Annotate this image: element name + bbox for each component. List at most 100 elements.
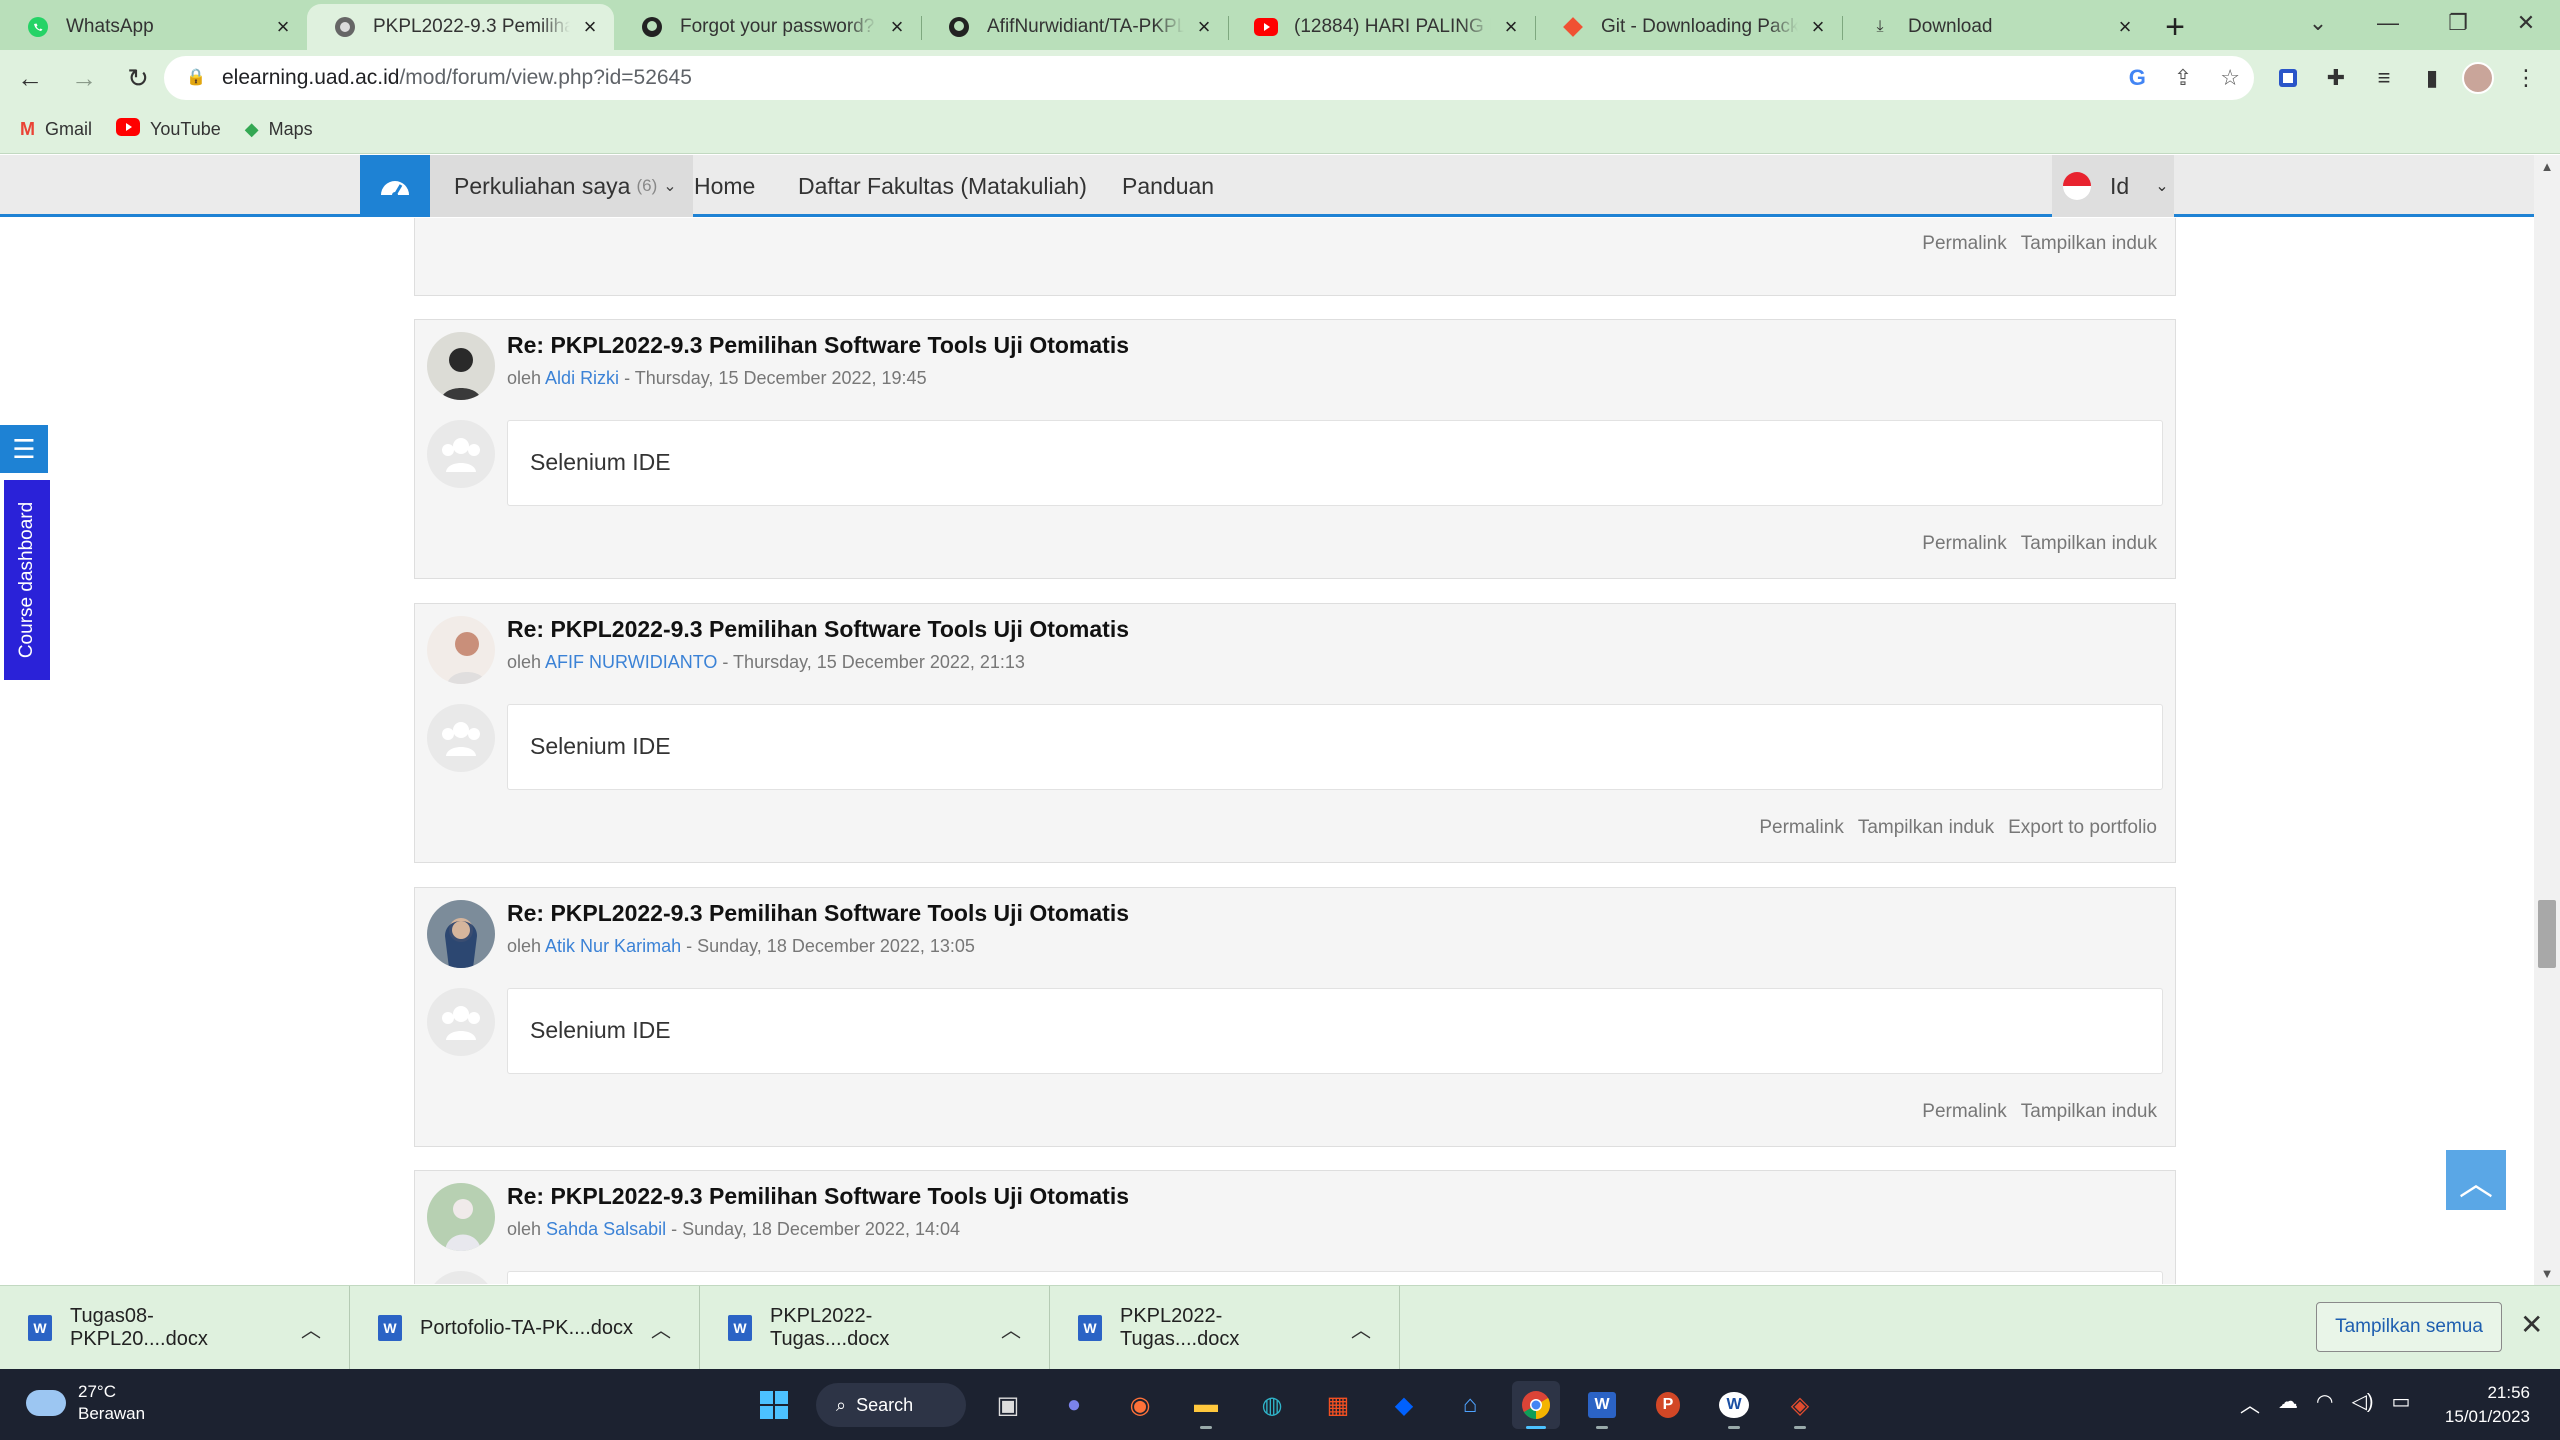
close-tab-icon[interactable]: × (271, 14, 295, 40)
author-avatar[interactable] (427, 616, 495, 684)
weather-widget[interactable]: 27°C Berawan (26, 1381, 145, 1425)
author-avatar[interactable] (427, 1183, 495, 1251)
extensions-icon[interactable]: ✚ (2314, 56, 2358, 100)
show-parent-link[interactable]: Tampilkan induk (2021, 1101, 2157, 1123)
show-parent-link[interactable]: Tampilkan induk (2021, 533, 2157, 555)
word-doc-icon: W (1078, 1315, 1102, 1341)
git-gui-icon[interactable]: ◈ (1776, 1381, 1824, 1429)
course-dashboard-tab[interactable]: Course dashboard (4, 480, 50, 680)
tab-whatsapp[interactable]: WhatsApp × (0, 4, 307, 50)
bookmark-star-icon[interactable]: ☆ (2220, 65, 2240, 91)
post-commands: Permalink Tampilkan induk (1922, 233, 2157, 255)
scrollbar-thumb[interactable] (2538, 900, 2556, 968)
tab-download[interactable]: ⤓ Download × (1842, 4, 2149, 50)
start-windows-icon[interactable] (750, 1381, 798, 1429)
author-link[interactable]: AFIF NURWIDIANTO (545, 652, 717, 672)
chevron-up-icon[interactable]: ︿ (641, 1314, 681, 1343)
show-parent-link[interactable]: Tampilkan induk (1858, 817, 1994, 839)
wifi-icon[interactable]: ◠ (2316, 1389, 2333, 1418)
nav-home[interactable]: Home (694, 155, 755, 217)
app-icon[interactable]: ⌂ (1446, 1381, 1494, 1429)
chevron-up-icon[interactable]: ︿ (1341, 1314, 1381, 1343)
permalink-link[interactable]: Permalink (1922, 1101, 2006, 1123)
share-icon[interactable]: ⇪ (2174, 65, 2192, 91)
close-window-button[interactable]: ✕ (2488, 0, 2560, 46)
task-view-icon[interactable]: ▣ (984, 1381, 1032, 1429)
battery-icon[interactable]: ▭ (2392, 1389, 2411, 1418)
close-tab-icon[interactable]: × (1499, 14, 1523, 40)
show-parent-link[interactable]: Tampilkan induk (2021, 233, 2157, 255)
tab-git[interactable]: Git - Downloading Packag × (1535, 4, 1842, 50)
restore-button[interactable]: ❐ (2420, 0, 2496, 46)
download-item[interactable]: W Tugas08-PKPL20....docx ︿ (0, 1286, 350, 1370)
chrome-icon[interactable] (1512, 1381, 1560, 1429)
download-item[interactable]: W PKPL2022-Tugas....docx ︿ (1050, 1286, 1400, 1370)
author-link[interactable]: Atik Nur Karimah (545, 936, 681, 956)
nav-my-courses[interactable]: Perkuliahan saya (6) ⌄ (430, 155, 693, 217)
language-selector[interactable]: Id ⌄ (2052, 155, 2174, 217)
taskbar-search[interactable]: ⌕ Search (816, 1383, 966, 1427)
menu-icon[interactable]: ⋮ (2504, 56, 2548, 100)
dropbox-icon[interactable]: ◆ (1380, 1381, 1428, 1429)
taskbar-clock[interactable]: 21:56 15/01/2023 (2440, 1381, 2530, 1429)
tab-search-icon[interactable]: ⌄ (2280, 0, 2356, 46)
tab-forum[interactable]: PKPL2022-9.3 Pemilihan So × (307, 4, 614, 50)
reload-button[interactable]: ↻ (114, 54, 162, 102)
new-tab-button[interactable]: + (2149, 4, 2201, 50)
permalink-link[interactable]: Permalink (1759, 817, 1843, 839)
tab-github-password[interactable]: Forgot your password? · G × (614, 4, 921, 50)
powerpoint-icon[interactable]: P (1644, 1381, 1692, 1429)
minimize-button[interactable]: — (2350, 0, 2426, 46)
close-tab-icon[interactable]: × (1806, 14, 1830, 40)
side-panel-icon[interactable]: ▮ (2410, 56, 2454, 100)
wps-icon[interactable]: W (1710, 1381, 1758, 1429)
nav-guide[interactable]: Panduan (1122, 155, 1214, 217)
chevron-up-icon[interactable]: ︿ (991, 1314, 1031, 1343)
page-scrollbar[interactable]: ▲ ▼ (2534, 155, 2560, 1285)
reading-list-icon[interactable] (2266, 56, 2310, 100)
scroll-down-arrow[interactable]: ▼ (2534, 1266, 2560, 1281)
store-icon[interactable]: ▦ (1314, 1381, 1362, 1429)
file-explorer-icon[interactable]: ▬ (1182, 1381, 1230, 1429)
author-avatar[interactable] (427, 900, 495, 968)
tab-github-repo[interactable]: AfifNurwidiant/TA-PKPL22 × (921, 4, 1228, 50)
author-avatar[interactable] (427, 332, 495, 400)
chevron-up-icon[interactable]: ︿ (291, 1314, 331, 1343)
media-control-icon[interactable]: ≡ (2362, 56, 2406, 100)
close-tab-icon[interactable]: × (578, 14, 602, 40)
dashboard-gauge-icon[interactable] (360, 155, 430, 217)
close-tab-icon[interactable]: × (1192, 14, 1216, 40)
chat-icon[interactable]: ● (1050, 1381, 1098, 1429)
close-tab-icon[interactable]: × (885, 14, 909, 40)
edge-icon[interactable]: ◍ (1248, 1381, 1296, 1429)
chevron-up-icon[interactable]: ︿ (2240, 1389, 2260, 1418)
profile-avatar[interactable] (2456, 56, 2500, 100)
volume-icon[interactable]: ◁) (2351, 1389, 2373, 1418)
forward-button[interactable]: → (60, 54, 108, 102)
close-tab-icon[interactable]: × (2113, 14, 2137, 40)
onedrive-icon[interactable]: ☁ (2278, 1389, 2298, 1418)
permalink-link[interactable]: Permalink (1922, 233, 2006, 255)
word-icon[interactable]: W (1578, 1381, 1626, 1429)
export-portfolio-link[interactable]: Export to portfolio (2008, 817, 2157, 839)
download-item[interactable]: W PKPL2022-Tugas....docx ︿ (700, 1286, 1050, 1370)
bookmark-maps[interactable]: ◆ Maps (245, 119, 313, 140)
author-link[interactable]: Sahda Salsabil (546, 1219, 666, 1239)
back-button[interactable]: ← (6, 54, 54, 102)
author-link[interactable]: Aldi Rizki (545, 368, 619, 388)
close-icon[interactable]: ✕ (2520, 1308, 2543, 1341)
system-tray: ︿ ☁ ◠ ◁) ▭ (2240, 1389, 2410, 1418)
google-icon[interactable]: G (2129, 65, 2146, 91)
back-to-top-button[interactable]: ︿ (2446, 1150, 2506, 1210)
download-item[interactable]: W Portofolio-TA-PK....docx ︿ (350, 1286, 700, 1370)
address-bar[interactable]: 🔒 elearning.uad.ac.id/mod/forum/view.php… (164, 56, 2254, 100)
drawer-toggle-button[interactable]: ☰ (0, 425, 48, 473)
firefox-icon[interactable]: ◉ (1116, 1381, 1164, 1429)
nav-faculties[interactable]: Daftar Fakultas (Matakuliah) (798, 155, 1087, 217)
show-all-downloads-button[interactable]: Tampilkan semua (2316, 1302, 2502, 1352)
bookmark-gmail[interactable]: M Gmail (20, 119, 92, 140)
bookmark-youtube[interactable]: YouTube (116, 118, 221, 141)
tab-youtube[interactable]: (12884) HARI PALING DEG × (1228, 4, 1535, 50)
permalink-link[interactable]: Permalink (1922, 533, 2006, 555)
scroll-up-arrow[interactable]: ▲ (2534, 159, 2560, 174)
